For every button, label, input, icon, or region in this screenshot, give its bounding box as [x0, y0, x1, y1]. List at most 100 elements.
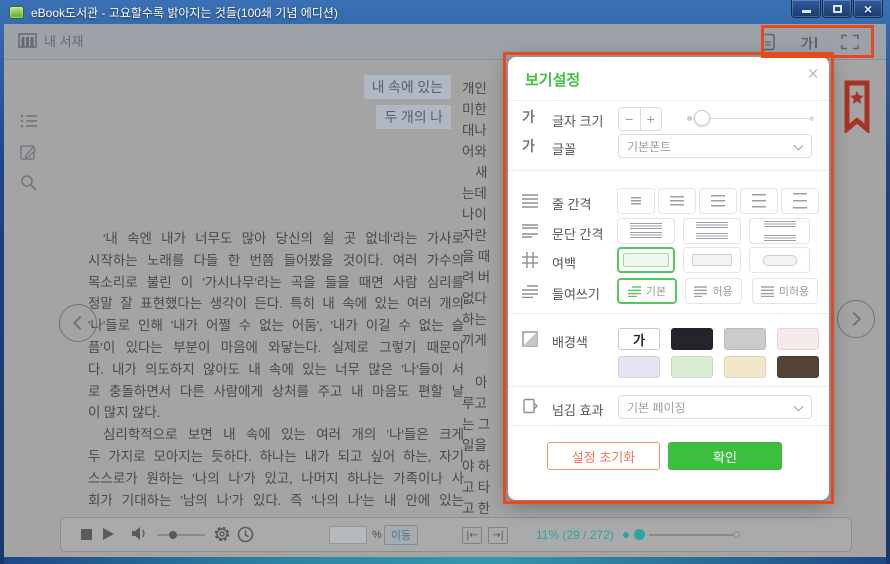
indent-allow-icon: [694, 286, 707, 297]
right-page-line: 아: [462, 372, 509, 393]
page-effect-select[interactable]: 기본 페이징: [618, 395, 812, 419]
volume-slider[interactable]: [157, 534, 205, 536]
body-line: 시작하는 노래를 다들 한 번쯤 들어봤을 것이다. 여러 가수의: [88, 250, 464, 272]
bookmark-ribbon-icon[interactable]: [843, 80, 871, 133]
next-page-button[interactable]: [837, 300, 875, 338]
percent-sign: %: [372, 529, 382, 541]
table-of-contents-icon[interactable]: [20, 112, 38, 130]
jump-to-first-button[interactable]: |←: [462, 527, 482, 544]
search-icon[interactable]: [20, 174, 38, 192]
chevron-down-icon: [794, 141, 804, 151]
line-spacing-option-4[interactable]: [740, 188, 778, 214]
progress-slider-track[interactable]: [649, 534, 733, 536]
margin-option-2[interactable]: [683, 247, 741, 273]
chevron-left-icon: [73, 316, 87, 330]
paragraph-spacing-option-2[interactable]: [683, 218, 741, 244]
window-title: eBook도서관 - 고요할수록 밝아지는 것들(100쇄 기념 에디션): [31, 4, 338, 21]
font-size-slider[interactable]: [689, 118, 812, 119]
right-page-line: 없다: [462, 288, 509, 309]
goto-button[interactable]: 이동: [384, 525, 418, 545]
indent-label: 들여쓰기: [552, 284, 600, 303]
clock-icon[interactable]: [237, 526, 254, 543]
goto-percent-input[interactable]: [329, 526, 367, 544]
panel-close-icon[interactable]: ×: [802, 64, 824, 86]
chapter-title: 내 속에 있는 두 개의 나: [254, 75, 451, 135]
reset-settings-button[interactable]: 설정 초기화: [547, 442, 660, 470]
stop-button[interactable]: [81, 529, 92, 540]
font-family-value: 기본폰트: [627, 138, 671, 155]
maximize-button[interactable]: [822, 0, 852, 18]
right-page-line: 려 버: [462, 267, 509, 288]
margin-option-3[interactable]: [749, 247, 810, 273]
progress-slider-knob[interactable]: [634, 529, 645, 540]
app-header: 내 서재 가: [4, 24, 886, 60]
bg-swatch-cream[interactable]: [724, 356, 766, 378]
volume-icon[interactable]: [131, 526, 147, 541]
indent-option-disallow[interactable]: 미허용: [752, 278, 818, 304]
right-page-line: 개인: [462, 78, 509, 99]
chevron-down-icon: [794, 402, 804, 412]
bg-swatch-green[interactable]: [671, 356, 713, 378]
right-page-line: [462, 351, 509, 372]
slider-end-dot: [809, 116, 814, 121]
chapter-title-line-1: 내 속에 있는: [364, 75, 451, 99]
indent-option-allow[interactable]: 허용: [685, 278, 742, 304]
bg-swatch-white[interactable]: 가: [618, 328, 660, 350]
paragraph-spacing-option-1[interactable]: [617, 218, 675, 244]
paragraph-spacing-label: 문단 간격: [552, 224, 603, 243]
line-spacing-option-3[interactable]: [699, 188, 737, 214]
right-page-line: 고 타: [462, 477, 509, 498]
right-page-line: 끼게: [462, 330, 509, 351]
font-size-icon: 가: [522, 109, 540, 125]
my-library-button[interactable]: 내 서재: [18, 31, 84, 50]
paragraph-spacing-2-icon: [696, 222, 728, 240]
line-spacing-option-1[interactable]: [617, 188, 655, 214]
fullscreen-icon[interactable]: [838, 32, 862, 52]
body-line: 로 충돌하면서 다른 사람에게 상처를 주고 내 마음도 편할 날: [88, 381, 464, 403]
line-spacing-option-2[interactable]: [658, 188, 696, 214]
paragraph-spacing-option-3[interactable]: [749, 218, 810, 244]
font-settings-icon[interactable]: 가: [797, 32, 821, 52]
bg-swatch-pink[interactable]: [777, 328, 819, 350]
bg-swatch-lavender[interactable]: [618, 356, 660, 378]
line-spacing-option-5[interactable]: [781, 188, 819, 214]
body-line: 픔'이 있다는 부분이 마음에 와닿는다. 실제로 그렇기 때문이: [88, 337, 464, 359]
right-page-line: 고 한: [462, 498, 509, 519]
bg-swatch-gray[interactable]: [724, 328, 766, 350]
font-size-decrease-button[interactable]: −: [619, 108, 641, 130]
font-size-label: 글자 크기: [552, 111, 603, 130]
view-settings-doc-icon[interactable]: [756, 32, 780, 52]
body-line: 이 많지 않다.: [88, 402, 464, 424]
background-color-icon: [522, 331, 540, 347]
margin-3-icon: [763, 255, 797, 266]
maximize-icon: [833, 5, 842, 13]
font-size-increase-button[interactable]: +: [641, 108, 662, 130]
right-page-line: 새: [462, 162, 509, 183]
paragraph-spacing-3-icon: [764, 221, 796, 242]
gear-icon[interactable]: [213, 525, 231, 543]
bottom-control-bar: % 이동 |← →| 11% (29 / 272): [60, 517, 852, 552]
jump-to-last-button[interactable]: →|: [488, 527, 508, 544]
background-color-label: 배경색: [552, 332, 588, 351]
minimize-button[interactable]: [791, 0, 821, 18]
bg-swatch-brown[interactable]: [777, 356, 819, 378]
previous-page-button[interactable]: [59, 304, 97, 342]
indent-default-label: 기본: [646, 283, 666, 299]
page-effect-label: 넘김 효과: [552, 400, 603, 419]
close-button[interactable]: ×: [853, 0, 883, 18]
confirm-button[interactable]: 확인: [668, 442, 782, 470]
right-page-line: 어와: [462, 141, 509, 162]
volume-slider-knob[interactable]: [169, 531, 177, 539]
play-button[interactable]: [103, 528, 114, 540]
note-edit-icon[interactable]: [20, 143, 38, 161]
indent-option-default-selected[interactable]: 기본: [617, 278, 677, 304]
title-bar: eBook도서관 - 고요할수록 밝아지는 것들(100쇄 기념 에디션) ×: [0, 0, 890, 24]
right-page-line: 나이: [462, 204, 509, 225]
font-size-slider-knob[interactable]: [694, 110, 710, 126]
margin-option-1-selected[interactable]: [617, 247, 675, 273]
body-line: '내 속엔 내가 너무도 많아 당신의 쉴 곳 없네'라는 가사로: [88, 228, 464, 250]
bg-swatch-dark[interactable]: [671, 328, 713, 350]
line-spacing-1-icon: [631, 197, 641, 205]
font-family-select[interactable]: 기본폰트: [618, 134, 812, 158]
body-line: 목소리로 불린 이 '가시나무'라는 곡을 들을 때면 사람 심리를: [88, 272, 464, 294]
